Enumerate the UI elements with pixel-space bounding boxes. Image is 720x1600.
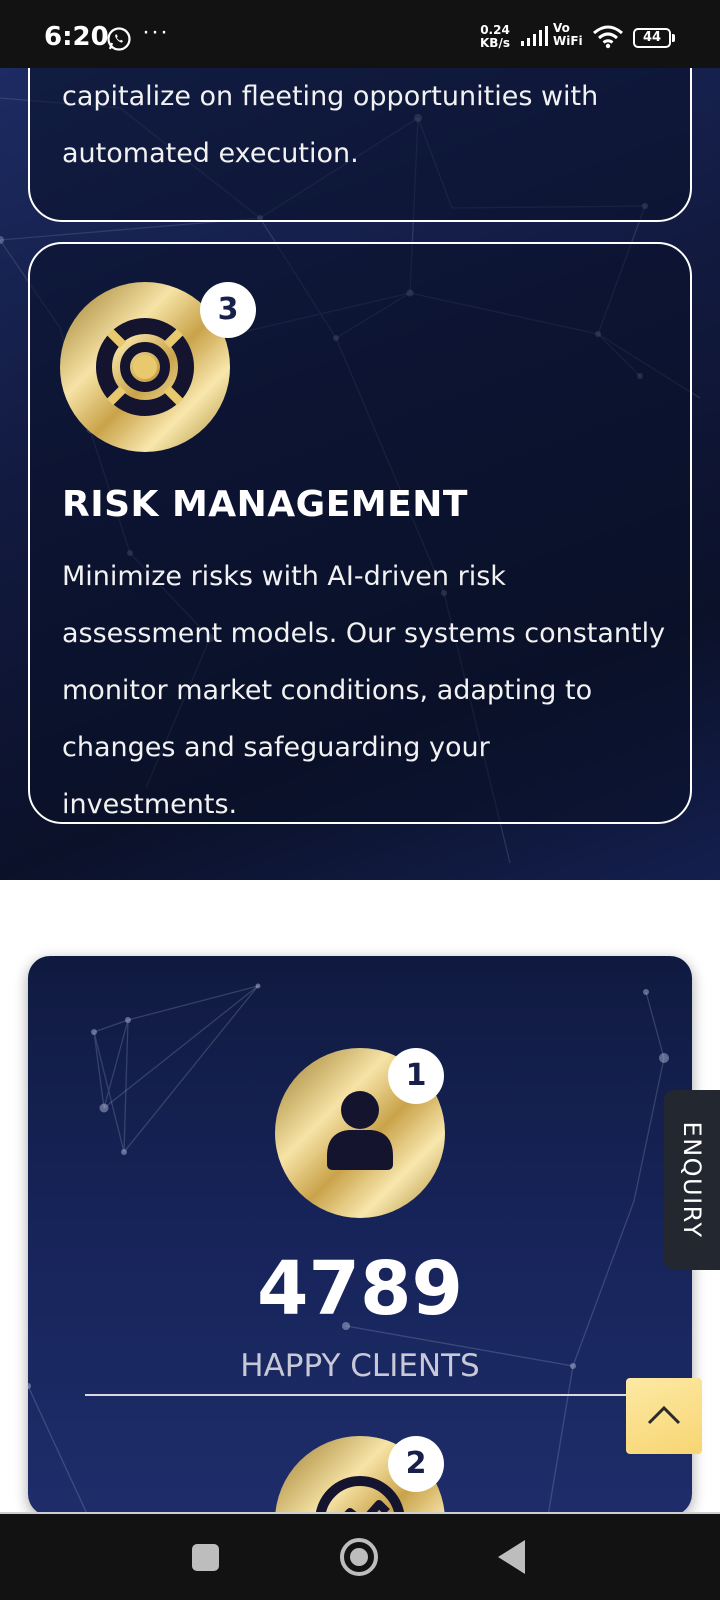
- status-time: 6:20: [44, 22, 109, 52]
- divider: [85, 1394, 635, 1396]
- scroll-to-top-button[interactable]: [626, 1378, 702, 1454]
- whatsapp-icon: [107, 27, 131, 51]
- wifi-icon: [593, 25, 623, 49]
- feature-card-automation: capitalize on fleeting opportunities wit…: [28, 68, 692, 222]
- feature-description: capitalize on fleeting opportunities wit…: [62, 81, 599, 169]
- stat-label: HAPPY CLIENTS: [240, 1348, 480, 1384]
- navigation-bar: [0, 1512, 720, 1600]
- net-speed: 0.24 KB/s: [480, 24, 510, 50]
- back-icon[interactable]: [498, 1540, 525, 1574]
- feature-description: Minimize risks with AI-driven risk asses…: [62, 561, 666, 820]
- enquiry-tab[interactable]: ENQUIRY: [664, 1090, 720, 1270]
- stat-number-badge: 2: [388, 1436, 444, 1492]
- feature-card-risk-management: 3 RISK MANAGEMENT Minimize risks with AI…: [28, 242, 692, 824]
- home-icon[interactable]: [340, 1538, 378, 1576]
- net-speed-unit: KB/s: [480, 36, 510, 50]
- battery-icon: 44: [633, 28, 675, 48]
- network-background: [28, 983, 669, 1516]
- stats-card: 1 4789 HAPPY CLIENTS 2: [28, 956, 692, 1516]
- enquiry-label: ENQUIRY: [678, 1121, 706, 1239]
- features-section: capitalize on fleeting opportunities wit…: [0, 68, 720, 880]
- wifi-label: WiFi: [553, 34, 583, 48]
- status-bar: 6:20 ··· 0.24 KB/s Vo WiFi 44: [0, 0, 720, 68]
- feature-number-badge: 3: [200, 282, 256, 338]
- stat-value: 4789: [257, 1246, 463, 1332]
- feature-title: RISK MANAGEMENT: [62, 484, 468, 525]
- chevron-up-icon: [647, 1405, 681, 1425]
- vowifi-indicator: Vo WiFi: [553, 22, 583, 48]
- signal-icon: [521, 26, 548, 46]
- recents-icon[interactable]: [192, 1544, 219, 1571]
- more-icon: ···: [142, 18, 169, 45]
- stat-number-badge: 1: [388, 1048, 444, 1104]
